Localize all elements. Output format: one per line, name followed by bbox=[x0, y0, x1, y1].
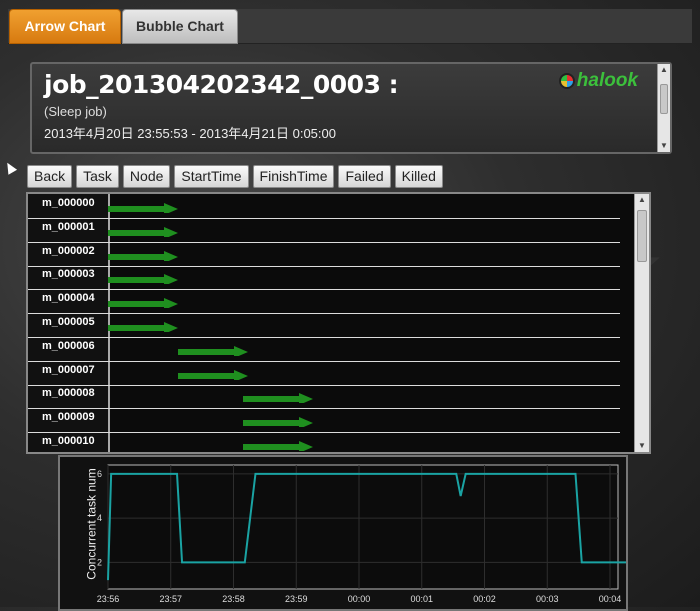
halook-logo: halook bbox=[558, 70, 638, 92]
arrow-chart-panel: m_000000 m_000001 m_000002 m_000003 m_000004… bbox=[26, 192, 651, 454]
halook-logo-icon bbox=[558, 73, 575, 89]
task-label: m_000003 bbox=[42, 268, 95, 281]
mouse-cursor-icon bbox=[2, 160, 18, 175]
tab-bar: Arrow Chart Bubble Chart bbox=[8, 9, 692, 44]
task-arrow[interactable] bbox=[178, 345, 250, 356]
task-arrow[interactable] bbox=[178, 369, 250, 380]
plot-area bbox=[107, 464, 619, 590]
sort-finishtime-button[interactable]: FinishTime bbox=[252, 165, 335, 188]
tab-bubble-chart[interactable]: Bubble Chart bbox=[122, 9, 238, 44]
x-tick-label: 23:59 bbox=[285, 594, 308, 604]
task-label-column: m_000000 m_000001 m_000002 m_000003 m_000004… bbox=[28, 194, 110, 452]
y-tick-label: 2 bbox=[97, 557, 102, 567]
x-tick-label: 23:56 bbox=[97, 594, 120, 604]
header-scrollbar[interactable]: ▲ ▼ bbox=[657, 64, 670, 152]
y-tick-label: 6 bbox=[97, 469, 102, 479]
task-arrow[interactable] bbox=[108, 274, 180, 285]
task-label: m_000007 bbox=[42, 363, 95, 376]
job-timerange: 2013年4月20日 23:55:53 - 2013年4月21日 0:05:00 bbox=[44, 126, 336, 141]
task-arrow[interactable] bbox=[243, 441, 315, 451]
task-arrow[interactable] bbox=[108, 250, 180, 261]
x-tick-label: 00:03 bbox=[536, 594, 559, 604]
task-arrow[interactable] bbox=[108, 322, 180, 332]
task-arrow[interactable] bbox=[108, 203, 180, 213]
task-label: m_000010 bbox=[42, 435, 95, 447]
task-label: m_000002 bbox=[42, 244, 95, 257]
sort-starttime-button[interactable]: StartTime bbox=[174, 165, 249, 188]
task-row-divider bbox=[28, 241, 620, 243]
scroll-down-icon[interactable]: ▼ bbox=[658, 140, 670, 152]
sort-task-button[interactable]: Task bbox=[76, 165, 119, 188]
tab-arrow-chart[interactable]: Arrow Chart bbox=[9, 9, 121, 44]
arrow-chart-scrollbar[interactable]: ▲ ▼ bbox=[634, 194, 649, 452]
scroll-up-icon[interactable]: ▲ bbox=[635, 194, 649, 206]
task-arrow[interactable] bbox=[108, 226, 180, 237]
task-label: m_000004 bbox=[42, 292, 95, 305]
task-label: m_000005 bbox=[42, 316, 95, 328]
task-arrow[interactable] bbox=[243, 393, 315, 404]
arrow-scroll-thumb[interactable] bbox=[637, 210, 647, 262]
task-label: m_000001 bbox=[42, 220, 95, 233]
concurrency-chart-panel: Concurrent task num 23:56 23:57 23:58 23:59… bbox=[58, 455, 628, 611]
task-row-divider bbox=[28, 265, 620, 267]
task-label: m_000000 bbox=[42, 197, 95, 209]
task-arrow[interactable] bbox=[108, 298, 180, 309]
x-tick-label: 23:58 bbox=[222, 594, 245, 604]
task-row-divider bbox=[28, 360, 620, 362]
back-button[interactable]: Back bbox=[27, 165, 73, 188]
halook-logo-text: halook bbox=[576, 70, 638, 91]
task-label: m_000006 bbox=[42, 339, 95, 352]
y-tick-label: 4 bbox=[97, 513, 102, 523]
sort-button-bar: Back Task Node StartTime FinishTime Fail… bbox=[27, 165, 443, 188]
task-label: m_000008 bbox=[42, 387, 95, 400]
task-row-divider bbox=[28, 218, 620, 219]
job-subtitle: (Sleep job) bbox=[44, 104, 107, 119]
task-label: m_000009 bbox=[42, 411, 95, 424]
killed-filter-button[interactable]: Killed bbox=[394, 165, 443, 188]
task-row-divider bbox=[28, 408, 620, 410]
header-scroll-thumb[interactable] bbox=[660, 84, 668, 114]
task-row-divider bbox=[28, 384, 620, 386]
job-header: job_201304202342_0003 : (Sleep job) 2013… bbox=[30, 62, 672, 154]
x-tick-label: 23:57 bbox=[159, 594, 182, 604]
task-row-divider bbox=[28, 432, 620, 434]
failed-filter-button[interactable]: Failed bbox=[338, 165, 391, 188]
scroll-up-icon[interactable]: ▲ bbox=[658, 64, 670, 76]
task-row-divider bbox=[28, 337, 620, 338]
sort-node-button[interactable]: Node bbox=[122, 165, 171, 188]
x-tick-label: 00:04 bbox=[599, 594, 622, 604]
x-tick-label: 00:01 bbox=[410, 594, 433, 604]
concurrency-chart: 23:56 23:57 23:58 23:59 00:00 00:01 00:02 00:03… bbox=[97, 464, 626, 604]
task-row-divider bbox=[28, 313, 620, 315]
scroll-down-icon[interactable]: ▼ bbox=[635, 440, 649, 452]
x-tick-label: 00:00 bbox=[348, 594, 371, 604]
task-arrow[interactable] bbox=[243, 417, 315, 428]
x-tick-label: 00:02 bbox=[473, 594, 496, 604]
task-row-divider bbox=[28, 289, 620, 291]
job-title: job_201304202342_0003 : bbox=[44, 70, 399, 99]
